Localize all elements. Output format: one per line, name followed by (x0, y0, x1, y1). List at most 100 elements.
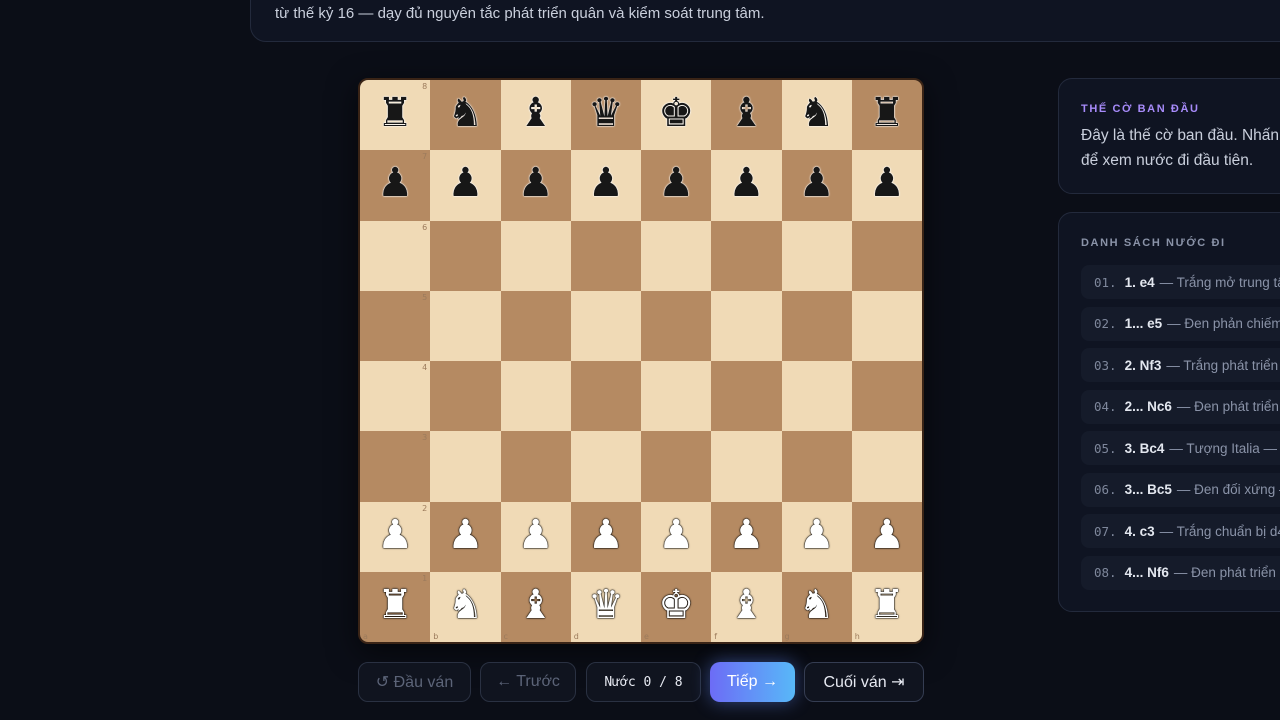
square-c8[interactable]: ♝ (500, 80, 571, 151)
white-rook-icon[interactable]: ♜ (852, 572, 922, 642)
square-b2[interactable]: ♟ (430, 501, 501, 572)
move-item[interactable]: 04. 2... Nc6 — Đen phát triển Mã (1081, 389, 1280, 424)
white-pawn-icon[interactable]: ♟ (641, 502, 711, 572)
black-knight-icon[interactable]: ♞ (430, 80, 500, 150)
square-d4[interactable] (570, 361, 641, 432)
white-bishop-icon[interactable]: ♝ (711, 572, 781, 642)
square-f1[interactable]: f ♝ (711, 571, 782, 642)
square-b6[interactable] (430, 220, 501, 291)
white-pawn-icon[interactable]: ♟ (852, 502, 922, 572)
square-h2[interactable]: ♟ (851, 501, 922, 572)
square-c2[interactable]: ♟ (500, 501, 571, 572)
square-b8[interactable]: ♞ (430, 80, 501, 151)
black-pawn-icon[interactable]: ♟ (571, 150, 641, 220)
white-knight-icon[interactable]: ♞ (782, 572, 852, 642)
square-h1[interactable]: h ♜ (851, 571, 922, 642)
black-pawn-icon[interactable]: ♟ (360, 150, 430, 220)
square-d5[interactable] (570, 290, 641, 361)
move-item[interactable]: 06. 3... Bc5 — Đen đối xứng — Tượng c5 (1081, 472, 1280, 507)
square-c3[interactable] (500, 431, 571, 502)
white-pawn-icon[interactable]: ♟ (711, 502, 781, 572)
square-g8[interactable]: ♞ (781, 80, 852, 151)
white-pawn-icon[interactable]: ♟ (430, 502, 500, 572)
black-pawn-icon[interactable]: ♟ (782, 150, 852, 220)
move-item[interactable]: 01. 1. e4— Trắng mở trung tâm (1081, 265, 1280, 299)
square-b3[interactable] (430, 431, 501, 502)
square-h7[interactable]: ♟ (851, 150, 922, 221)
square-g4[interactable] (781, 361, 852, 432)
black-pawn-icon[interactable]: ♟ (641, 150, 711, 220)
square-f2[interactable]: ♟ (711, 501, 782, 572)
square-a2[interactable]: 2 ♟ (360, 501, 431, 572)
square-a1[interactable]: 1 a ♜ (360, 571, 431, 642)
square-c1[interactable]: c ♝ (500, 571, 571, 642)
square-h3[interactable] (851, 431, 922, 502)
square-g5[interactable] (781, 290, 852, 361)
square-d8[interactable]: ♛ (570, 80, 641, 151)
square-d6[interactable] (570, 220, 641, 291)
square-a7[interactable]: 7 ♟ (360, 150, 431, 221)
square-g1[interactable]: g ♞ (781, 571, 852, 642)
white-king-icon[interactable]: ♚ (641, 572, 711, 642)
white-pawn-icon[interactable]: ♟ (360, 502, 430, 572)
square-b5[interactable] (430, 290, 501, 361)
black-pawn-icon[interactable]: ♟ (711, 150, 781, 220)
square-b1[interactable]: b ♞ (430, 571, 501, 642)
square-b4[interactable] (430, 361, 501, 432)
black-knight-icon[interactable]: ♞ (782, 80, 852, 150)
black-king-icon[interactable]: ♚ (641, 80, 711, 150)
square-d1[interactable]: d ♛ (570, 571, 641, 642)
square-d2[interactable]: ♟ (570, 501, 641, 572)
move-item[interactable]: 05. 3. Bc4— Tượng Italia — nhắm f7 (1081, 431, 1280, 465)
black-bishop-icon[interactable]: ♝ (711, 80, 781, 150)
square-g7[interactable]: ♟ (781, 150, 852, 221)
move-item[interactable]: 03. 2. Nf3— Trắng phát triển Mã (1081, 348, 1280, 382)
square-g6[interactable] (781, 220, 852, 291)
black-bishop-icon[interactable]: ♝ (501, 80, 571, 150)
square-a8[interactable]: 8 ♜ (360, 80, 431, 151)
square-h6[interactable] (851, 220, 922, 291)
white-pawn-icon[interactable]: ♟ (501, 502, 571, 572)
square-a5[interactable]: 5 (360, 290, 431, 361)
square-f5[interactable] (711, 290, 782, 361)
black-rook-icon[interactable]: ♜ (852, 80, 922, 150)
square-d7[interactable]: ♟ (570, 150, 641, 221)
black-rook-icon[interactable]: ♜ (360, 80, 430, 150)
white-rook-icon[interactable]: ♜ (360, 572, 430, 642)
square-f4[interactable] (711, 361, 782, 432)
square-f7[interactable]: ♟ (711, 150, 782, 221)
end-button[interactable]: Cuối ván ⇥ (804, 662, 924, 702)
square-f6[interactable] (711, 220, 782, 291)
move-item[interactable]: 08. 4... Nf6 — Đen phát triển Mã (1081, 555, 1280, 590)
next-button[interactable]: Tiếp → (710, 662, 795, 702)
square-c7[interactable]: ♟ (500, 150, 571, 221)
move-item[interactable]: 02. 1... e5 — Đen phản chiếm trung tâm (1081, 306, 1280, 341)
square-e2[interactable]: ♟ (641, 501, 712, 572)
square-e1[interactable]: e ♚ (641, 571, 712, 642)
move-item[interactable]: 07. 4. c3— Trắng chuẩn bị d4 (1081, 514, 1280, 548)
square-a6[interactable]: 6 (360, 220, 431, 291)
square-h8[interactable]: ♜ (851, 80, 922, 151)
square-h4[interactable] (851, 361, 922, 432)
square-b7[interactable]: ♟ (430, 150, 501, 221)
square-e5[interactable] (641, 290, 712, 361)
square-g3[interactable] (781, 431, 852, 502)
square-d3[interactable] (570, 431, 641, 502)
square-a4[interactable]: 4 (360, 361, 431, 432)
square-c4[interactable] (500, 361, 571, 432)
square-h5[interactable] (851, 290, 922, 361)
square-e3[interactable] (641, 431, 712, 502)
black-pawn-icon[interactable]: ♟ (501, 150, 571, 220)
square-e4[interactable] (641, 361, 712, 432)
square-g2[interactable]: ♟ (781, 501, 852, 572)
white-pawn-icon[interactable]: ♟ (782, 502, 852, 572)
white-queen-icon[interactable]: ♛ (571, 572, 641, 642)
square-c5[interactable] (500, 290, 571, 361)
square-e6[interactable] (641, 220, 712, 291)
square-e7[interactable]: ♟ (641, 150, 712, 221)
black-pawn-icon[interactable]: ♟ (430, 150, 500, 220)
prev-button[interactable]: ← Trước (480, 662, 576, 702)
square-f3[interactable] (711, 431, 782, 502)
square-c6[interactable] (500, 220, 571, 291)
white-knight-icon[interactable]: ♞ (430, 572, 500, 642)
